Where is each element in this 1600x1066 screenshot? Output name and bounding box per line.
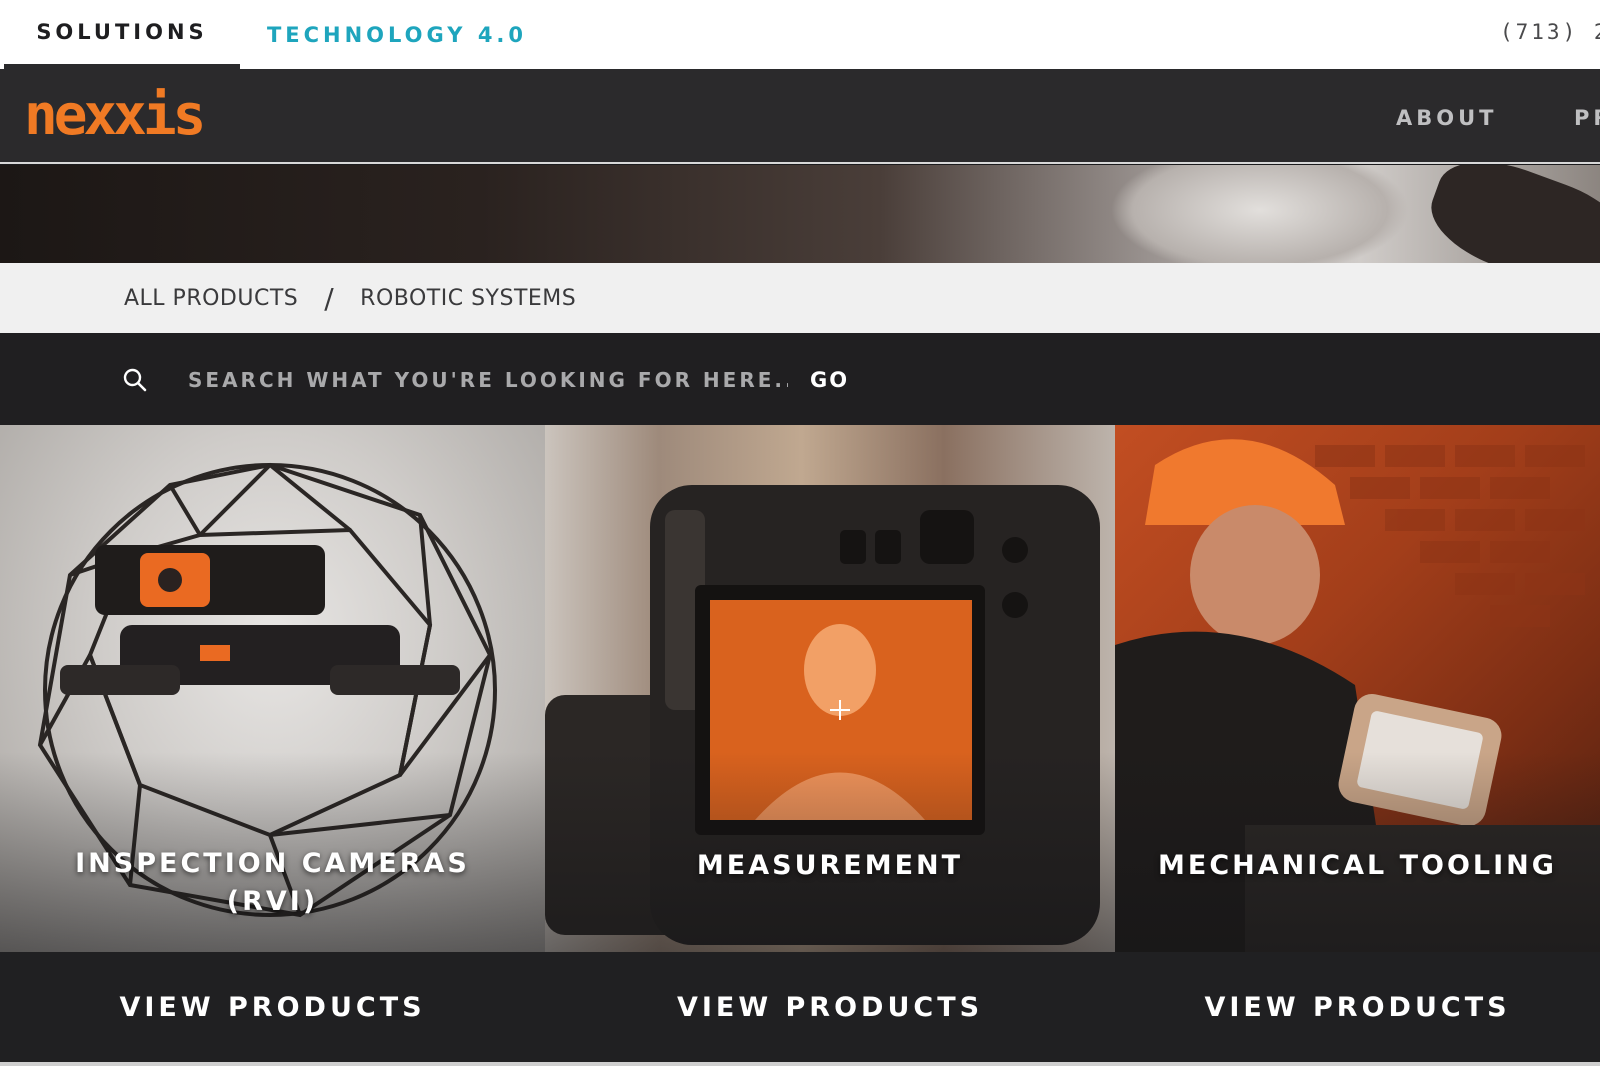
view-products-button[interactable]: VIEW PRODUCTS (0, 952, 545, 1062)
view-products-button[interactable]: VIEW PRODUCTS (545, 952, 1115, 1062)
category-card-measurement[interactable]: MEASUREMENT VIEW PRODUCTS (545, 425, 1115, 1062)
category-title: MEASUREMENT (545, 847, 1115, 885)
hero-image-detail (1110, 165, 1410, 263)
category-title: INSPECTION CAMERAS (RVI) (0, 845, 545, 921)
product-categories: INSPECTION CAMERAS (RVI) VIEW PRODUCTS M… (0, 425, 1600, 1066)
main-nav: nexxis ABOUT PR (0, 70, 1600, 164)
breadcrumb-robotic-systems[interactable]: ROBOTIC SYSTEMS (360, 286, 576, 311)
logo[interactable]: nexxis (24, 86, 206, 146)
category-title: MECHANICAL TOOLING (1115, 847, 1600, 885)
category-title-line: INSPECTION CAMERAS (75, 848, 470, 879)
breadcrumb: ALL PRODUCTS / ROBOTIC SYSTEMS (0, 263, 1600, 333)
category-title-line: (RVI) (226, 886, 319, 917)
category-title-line: MEASUREMENT (696, 850, 964, 881)
utility-bar: SOLUTIONS TECHNOLOGY 4.0 (713) 2 (0, 0, 1600, 70)
breadcrumb-all-products[interactable]: ALL PRODUCTS (124, 286, 298, 311)
hero-image-detail (1418, 165, 1600, 263)
breadcrumb-separator: / (324, 281, 335, 315)
phone-number[interactable]: (713) 2 (1500, 0, 1600, 64)
tab-technology[interactable]: TECHNOLOGY 4.0 (262, 0, 532, 70)
nav-about[interactable]: ABOUT (1396, 98, 1498, 138)
tab-solutions[interactable]: SOLUTIONS (4, 0, 240, 70)
category-card-inspection-cameras[interactable]: INSPECTION CAMERAS (RVI) VIEW PRODUCTS (0, 425, 545, 1062)
page-divider (0, 1062, 1600, 1066)
search-bar: GO (0, 333, 1600, 425)
category-card-mechanical-tooling[interactable]: MECHANICAL TOOLING VIEW PRODUCTS (1115, 425, 1600, 1062)
search-icon[interactable] (122, 367, 148, 393)
nav-products[interactable]: PR (1574, 98, 1600, 138)
view-products-button[interactable]: VIEW PRODUCTS (1115, 952, 1600, 1062)
category-title-line: MECHANICAL TOOLING (1158, 850, 1557, 881)
go-button[interactable]: GO (810, 357, 849, 403)
hero-banner (0, 165, 1600, 263)
search-input[interactable] (188, 357, 788, 403)
